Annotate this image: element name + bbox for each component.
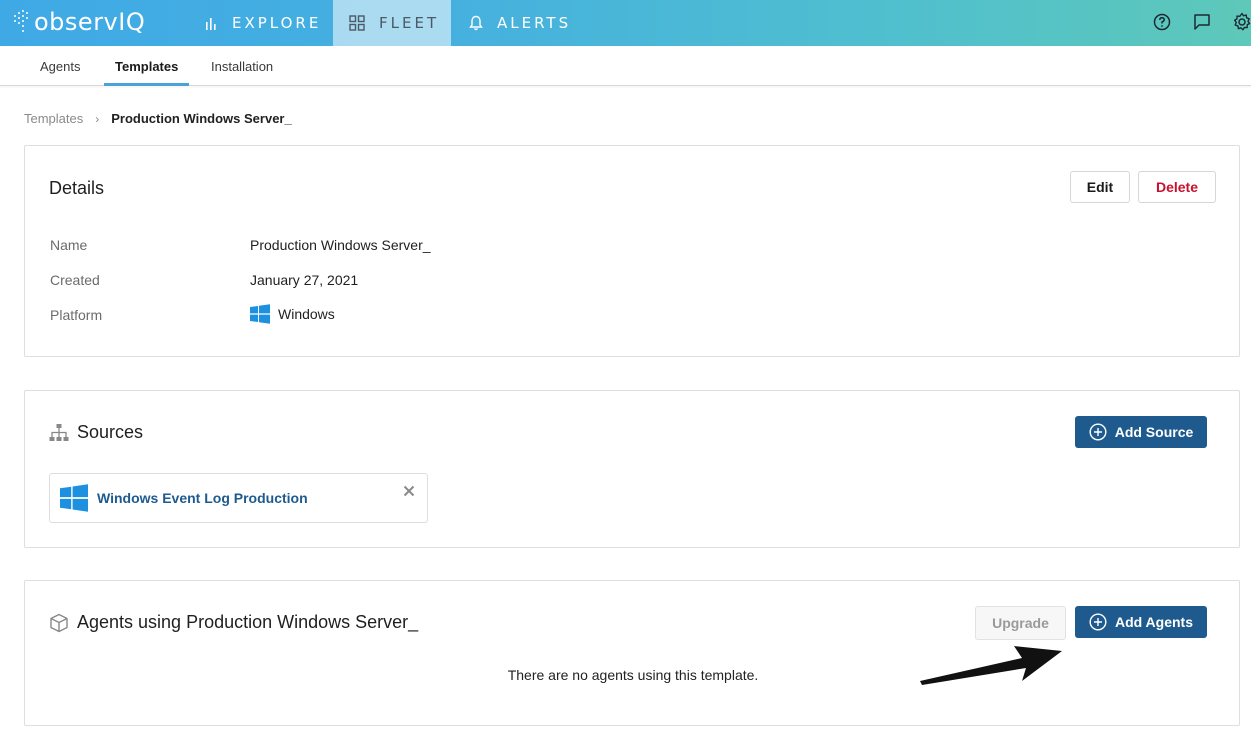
- close-icon[interactable]: [403, 485, 415, 497]
- created-value: January 27, 2021: [250, 272, 359, 288]
- subtab-installation[interactable]: Installation: [211, 46, 273, 86]
- nav-tab-fleet-label: FLEET: [379, 14, 440, 32]
- source-item-label[interactable]: Windows Event Log Production: [97, 490, 308, 506]
- details-title: Details: [49, 178, 105, 198]
- nav-tab-explore[interactable]: EXPLORE: [190, 0, 333, 46]
- cube-icon: [50, 613, 68, 633]
- annotation-arrow-icon: [920, 646, 1062, 685]
- subtab-agents[interactable]: Agents: [40, 46, 80, 86]
- name-label: Name: [50, 237, 88, 253]
- grid-icon: [349, 15, 365, 31]
- subtab-templates[interactable]: Templates: [104, 46, 190, 86]
- windows-logo-icon: [250, 304, 270, 324]
- edit-button[interactable]: Edit: [1070, 171, 1130, 203]
- nav-tab-alerts-label: ALERTS: [497, 14, 572, 32]
- top-navbar: observIQ EXPLORE FLEET ALERTS: [0, 0, 1251, 46]
- sub-navbar: Agents Templates Installation: [0, 46, 1251, 86]
- add-agents-label: Add Agents: [1114, 614, 1194, 630]
- chat-icon[interactable]: [1193, 13, 1211, 31]
- nav-tab-alerts[interactable]: ALERTS: [451, 0, 591, 46]
- breadcrumb: Templates › Production Windows Server_: [24, 111, 292, 126]
- add-source-button[interactable]: Add Source: [1075, 416, 1207, 448]
- created-label: Created: [50, 272, 100, 288]
- source-item[interactable]: Windows Event Log Production: [49, 473, 428, 523]
- platform-label: Platform: [50, 307, 103, 323]
- platform-value-text: Windows: [278, 306, 335, 322]
- upgrade-button[interactable]: Upgrade: [975, 606, 1066, 640]
- help-circle-icon[interactable]: [1153, 13, 1171, 31]
- sources-title: Sources: [77, 422, 144, 442]
- nav-tab-fleet[interactable]: FLEET: [333, 0, 451, 46]
- app-logo[interactable]: observIQ: [12, 6, 145, 38]
- delete-button[interactable]: Delete: [1138, 171, 1216, 203]
- plus-circle-icon: [1089, 423, 1107, 441]
- bell-icon: [469, 15, 483, 31]
- add-source-label: Add Source: [1114, 424, 1194, 440]
- settings-gear-icon[interactable]: [1232, 12, 1251, 32]
- sitemap-icon: [49, 424, 69, 441]
- logo-mark-icon: [12, 9, 32, 35]
- windows-logo-icon: [60, 484, 88, 512]
- nav-tab-explore-label: EXPLORE: [232, 14, 322, 32]
- sources-card: Sources Add Source Windows Event Log Pro…: [24, 390, 1240, 548]
- name-value: Production Windows Server_: [250, 237, 431, 253]
- breadcrumb-templates-link[interactable]: Templates: [24, 111, 83, 126]
- agents-title: Agents using Production Windows Server_: [77, 612, 419, 632]
- bar-chart-icon: [206, 18, 216, 30]
- platform-value: Windows: [250, 304, 335, 324]
- logo-text: observIQ: [34, 8, 146, 36]
- breadcrumb-current: Production Windows Server_: [111, 111, 292, 126]
- add-agents-button[interactable]: Add Agents: [1075, 606, 1207, 638]
- breadcrumb-separator: ›: [95, 111, 100, 126]
- plus-circle-icon: [1089, 613, 1107, 631]
- details-card: Details Edit Delete Name Production Wind…: [24, 145, 1240, 357]
